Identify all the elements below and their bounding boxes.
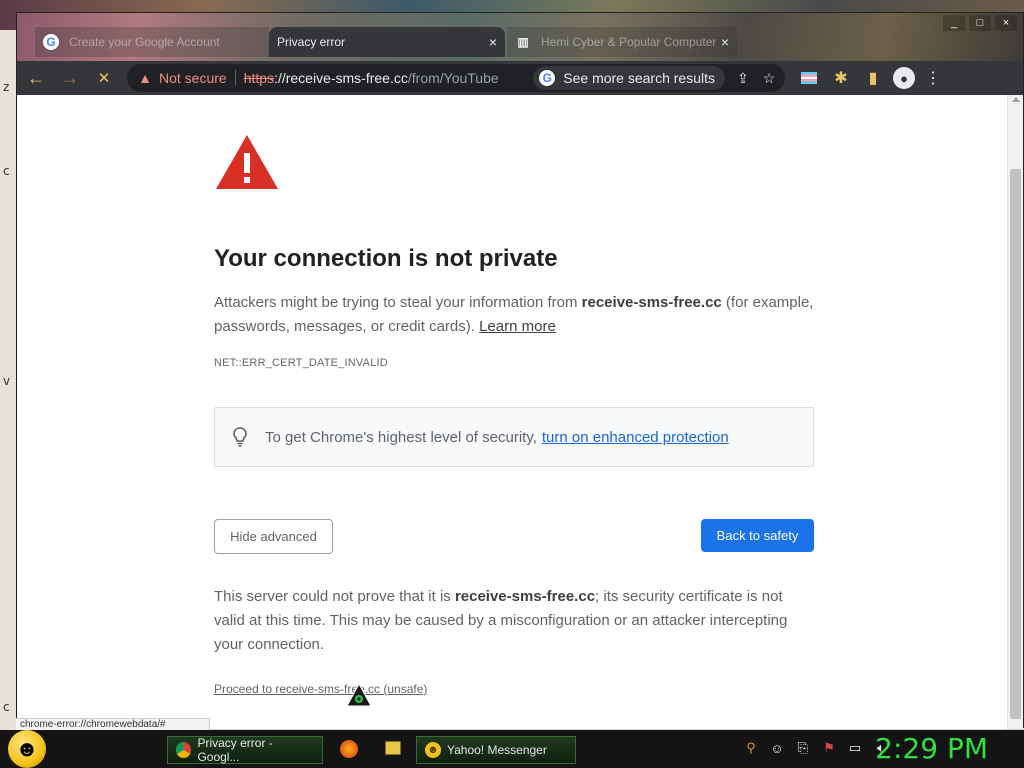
page-scrollbar[interactable] — [1007, 95, 1023, 729]
hide-advanced-button[interactable]: Hide advanced — [214, 519, 333, 554]
taskbar-item-chrome[interactable]: Privacy error - Googl... — [167, 736, 323, 764]
lightbulb-icon — [231, 426, 249, 448]
desktop-icon-fragment: c — [3, 700, 10, 714]
tab-close-icon[interactable]: × — [721, 34, 729, 50]
scroll-up-arrow-icon[interactable] — [1012, 97, 1020, 102]
bookmark-star-icon[interactable]: ☆ — [759, 68, 779, 88]
network-icon[interactable]: ⎘ — [794, 739, 812, 757]
share-icon[interactable]: ⇪ — [733, 68, 753, 88]
page-title: Your connection is not private — [214, 245, 558, 272]
not-secure-label[interactable]: Not secure — [159, 70, 227, 86]
folder-icon[interactable] — [385, 741, 401, 755]
desktop-icon-fragment: z — [3, 80, 10, 94]
browser-toolbar: ← → ✕ ▲ Not secure https://receive-sms-f… — [17, 61, 1023, 95]
flag-icon — [801, 72, 817, 84]
extensions-puzzle-icon[interactable]: ✱ — [827, 64, 855, 92]
taskbar-clock[interactable]: 2:29 PM — [875, 732, 988, 765]
learn-more-link[interactable]: Learn more — [479, 318, 556, 335]
url-host: ://receive-sms-free.cc — [274, 70, 408, 86]
maximize-icon[interactable]: □ — [969, 15, 991, 31]
tab-create-account[interactable]: G Create your Google Account — [35, 27, 269, 57]
stop-loading-icon[interactable]: ✕ — [89, 64, 119, 92]
back-to-safety-button[interactable]: Back to safety — [701, 519, 814, 552]
forward-arrow-icon[interactable]: → — [55, 64, 85, 92]
firefox-icon[interactable] — [340, 740, 358, 758]
back-arrow-icon[interactable]: ← — [21, 64, 51, 92]
tab-title: Hemi Cyber & Popular Computer — [541, 35, 717, 49]
taskbar-item-yahoo-messenger[interactable]: ☻ Yahoo! Messenger — [416, 736, 576, 764]
action-center-flag-icon[interactable]: ⚑ — [820, 739, 838, 757]
tab-title: Create your Google Account — [69, 35, 220, 49]
warning-triangle-icon: ▲ — [138, 70, 152, 86]
browser-window: G Create your Google Account Privacy err… — [16, 12, 1024, 729]
search-results-label: See more search results — [563, 70, 715, 86]
interstitial-page: Your connection is not private Attackers… — [17, 95, 1009, 729]
window-controls: _ □ × — [943, 15, 1017, 31]
domain-name: receive-sms-free.cc — [454, 588, 596, 605]
profile-avatar-icon[interactable]: ● — [893, 67, 915, 89]
url-path: /from/YouTube — [407, 70, 499, 86]
search-results-chip[interactable]: G See more search results — [533, 66, 725, 90]
tab-hemi-cyber[interactable]: ▥ Hemi Cyber & Popular Computer × — [507, 27, 737, 57]
domain-name: receive-sms-free.cc — [581, 294, 722, 311]
enhanced-protection-link[interactable]: turn on enhanced protection — [542, 429, 729, 446]
enhanced-protection-text: To get Chrome's highest level of securit… — [265, 428, 537, 446]
desktop-icon-fragment: c — [3, 164, 10, 178]
close-window-icon[interactable]: × — [995, 15, 1017, 31]
start-button-smiley-icon[interactable]: ☻ — [8, 730, 46, 768]
tab-close-icon[interactable]: × — [489, 34, 497, 50]
side-panel-icon[interactable]: ▮ — [859, 64, 887, 92]
pride-flag-extension-icon[interactable] — [795, 64, 823, 92]
search-magnifier-icon[interactable]: ⚲ — [742, 739, 760, 757]
address-bar[interactable]: ▲ Not secure https://receive-sms-free.cc… — [127, 64, 785, 92]
system-tray: ⚲ ☺ ⎘ ⚑ ▭ 🔈︎ — [742, 739, 890, 757]
chrome-icon — [176, 742, 192, 758]
url-scheme: https — [243, 70, 275, 86]
yahoo-smiley-icon: ☻ — [425, 742, 441, 758]
explanation-text: Attackers might be trying to steal your … — [214, 294, 582, 311]
google-favicon-icon: G — [43, 34, 59, 50]
museum-favicon-icon: ▥ — [517, 35, 529, 49]
minimize-icon[interactable]: _ — [943, 15, 965, 31]
tab-privacy-error[interactable]: Privacy error × — [269, 27, 505, 57]
status-bubble: chrome-error://chromewebdata/# — [16, 718, 210, 730]
proceed-unsafe-link[interactable]: Proceed to receive-sms-free.cc (unsafe) — [214, 682, 427, 696]
display-icon[interactable]: ▭ — [846, 739, 864, 757]
taskbar-item-label: Yahoo! Messenger — [447, 743, 547, 757]
warning-triangle-red-icon — [216, 135, 278, 189]
enhanced-protection-box: To get Chrome's highest level of securit… — [214, 407, 814, 467]
menu-kebab-icon[interactable]: ⋮ — [919, 64, 947, 92]
explanation-paragraph: Attackers might be trying to steal your … — [214, 291, 814, 339]
google-icon: G — [539, 70, 556, 86]
tab-title: Privacy error — [277, 35, 346, 49]
error-code: NET::ERR_CERT_DATE_INVALID — [214, 357, 388, 369]
taskbar-item-label: Privacy error - Googl... — [197, 736, 273, 764]
tab-strip: G Create your Google Account Privacy err… — [17, 13, 1023, 61]
scrollbar-thumb[interactable] — [1010, 169, 1021, 719]
taskbar: ☻ Privacy error - Googl... ☻ Yahoo! Mess… — [0, 730, 1024, 768]
details-paragraph: This server could not prove that it is r… — [214, 585, 814, 657]
messenger-tray-icon[interactable]: ☺ — [768, 739, 786, 757]
desktop-icon-fragment: v — [3, 374, 11, 388]
alien-cursor-icon — [346, 682, 372, 707]
omnibox-separator — [234, 70, 236, 86]
details-text: This server could not prove that it is — [214, 588, 455, 605]
